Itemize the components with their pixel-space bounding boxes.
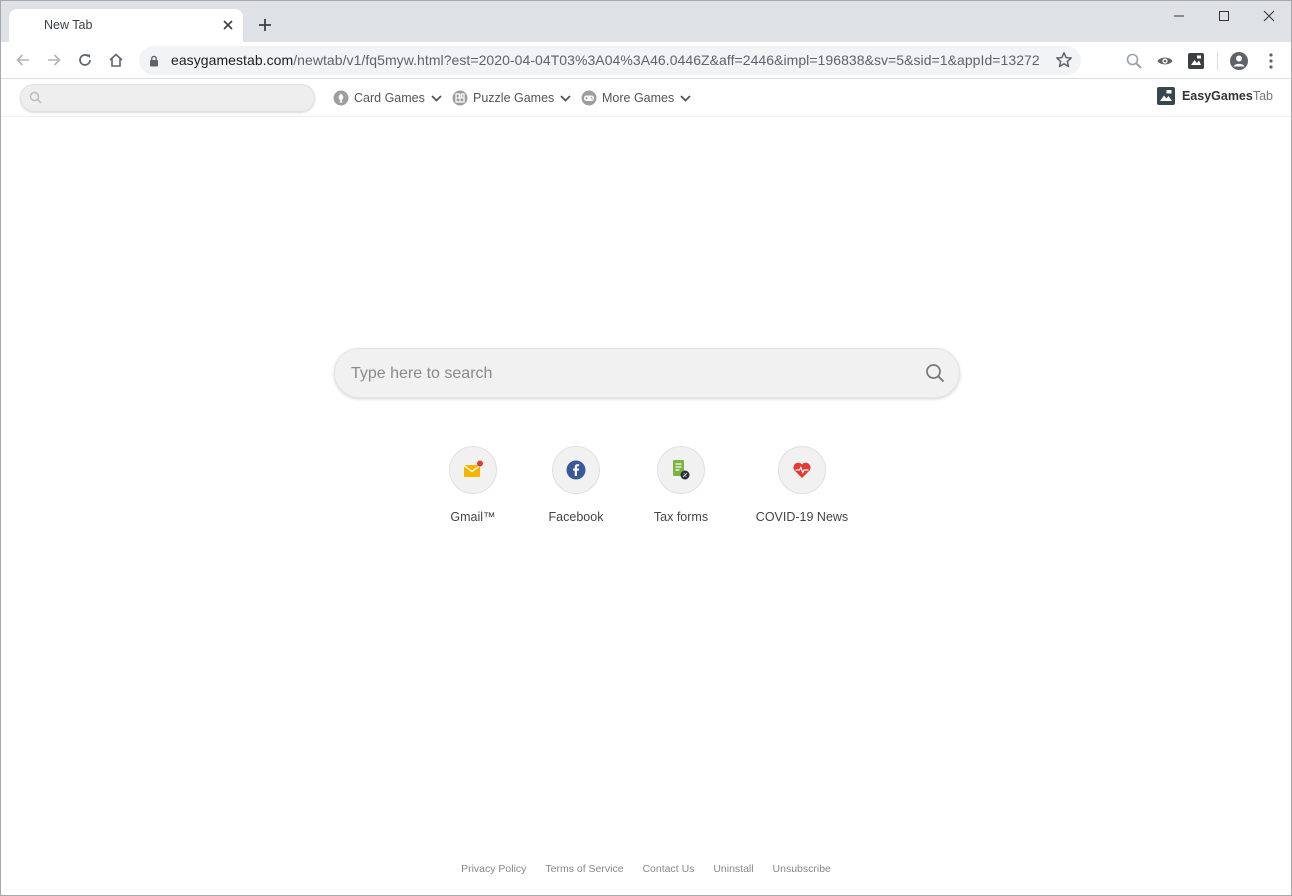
forward-icon[interactable] (40, 46, 68, 74)
toolbar-separator (1217, 52, 1218, 70)
privacy-policy-link[interactable]: Privacy Policy (461, 863, 526, 875)
easygamestab-extension-icon[interactable] (1185, 50, 1207, 72)
reload-icon[interactable] (71, 46, 99, 74)
browser-toolbar: easygamestab.com/newtab/v1/fq5myw.html?e… (1, 42, 1291, 79)
tile-facebook-label: Facebook (548, 510, 604, 524)
address-bar[interactable]: easygamestab.com/newtab/v1/fq5myw.html?e… (139, 46, 1081, 75)
chevron-down-icon (431, 94, 442, 102)
puzzle-games-menu[interactable]: Puzzle Games (452, 88, 571, 108)
brand-name-bold: EasyGames (1181, 89, 1253, 103)
card-games-label: Card Games (354, 91, 425, 105)
zoom-icon[interactable] (1123, 50, 1145, 72)
search-icon (29, 91, 42, 109)
tab-strip: New Tab (1, 1, 1291, 42)
puzzle-games-icon (452, 90, 468, 106)
search-icon[interactable] (925, 363, 945, 388)
footer-links: Privacy Policy Terms of Service Contact … (1, 863, 1291, 875)
extension-top-bar: Card Games Puzzle Games More Games EasyG… (1, 79, 1291, 117)
brand-name-light: Tab (1252, 89, 1273, 103)
url-text: easygamestab.com/newtab/v1/fq5myw.html?e… (171, 52, 1040, 68)
lock-icon[interactable] (149, 54, 159, 72)
top-search-input[interactable] (49, 88, 303, 108)
tax-forms-icon (657, 446, 705, 494)
gamepad-icon (581, 90, 597, 106)
card-games-icon (333, 90, 349, 106)
window-controls (1156, 1, 1291, 31)
tab-new-tab[interactable]: New Tab (9, 9, 243, 42)
tile-gmail[interactable]: Gmail™ (413, 446, 533, 524)
maximize-icon[interactable] (1201, 1, 1246, 31)
contact-us-link[interactable]: Contact Us (642, 863, 694, 875)
card-games-menu[interactable]: Card Games (333, 88, 442, 108)
tile-tax-forms-label: Tax forms (653, 510, 709, 524)
unsubscribe-link[interactable]: Unsubscribe (773, 863, 831, 875)
tile-facebook[interactable]: Facebook (516, 446, 636, 524)
browser-window: New Tab easygamestab.com/newtab/v1/fq5my… (0, 0, 1292, 896)
more-games-menu[interactable]: More Games (581, 88, 691, 108)
tile-covid-news-label: COVID-19 News (755, 510, 849, 524)
new-tab-button[interactable] (253, 13, 277, 37)
terms-of-service-link[interactable]: Terms of Service (545, 863, 623, 875)
main-search-box[interactable] (334, 348, 960, 398)
eye-icon[interactable] (1154, 50, 1176, 72)
gmail-icon (449, 446, 497, 494)
easygamestab-logo-icon (1156, 87, 1175, 105)
tile-gmail-label: Gmail™ (450, 510, 496, 524)
close-tab-icon[interactable] (219, 16, 237, 34)
tile-covid-news[interactable]: COVID-19 News (742, 446, 862, 524)
top-search-box[interactable] (20, 84, 315, 112)
uninstall-link[interactable]: Uninstall (713, 863, 753, 875)
minimize-icon[interactable] (1156, 1, 1201, 31)
tab-title: New Tab (44, 18, 93, 32)
back-icon[interactable] (9, 46, 37, 74)
home-icon[interactable] (102, 46, 130, 74)
menu-kebab-icon[interactable] (1260, 50, 1282, 72)
url-path: /newtab/v1/fq5myw.html?est=2020-04-04T03… (293, 52, 1040, 68)
easygamestab-brand[interactable]: EasyGames Tab (1156, 87, 1273, 105)
more-games-label: More Games (602, 91, 675, 105)
facebook-icon (552, 446, 600, 494)
chevron-down-icon (560, 94, 571, 102)
puzzle-games-label: Puzzle Games (473, 91, 555, 105)
url-host: easygamestab.com (171, 52, 294, 68)
main-search-input[interactable] (349, 362, 913, 386)
chevron-down-icon (680, 94, 691, 102)
close-window-icon[interactable] (1246, 1, 1291, 31)
bookmark-star-icon[interactable] (1055, 51, 1073, 74)
tile-tax-forms[interactable]: Tax forms (621, 446, 741, 524)
heart-pulse-icon (778, 446, 826, 494)
profile-icon[interactable] (1228, 50, 1250, 72)
